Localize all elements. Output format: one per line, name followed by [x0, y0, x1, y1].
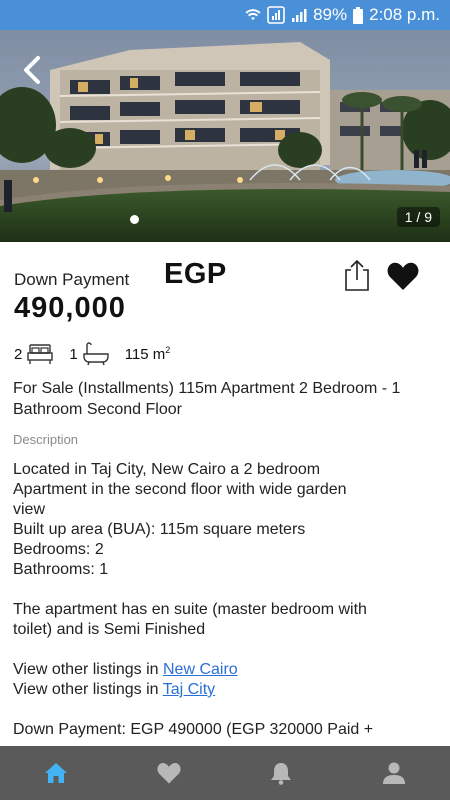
nav-notifications[interactable]: [225, 746, 338, 800]
bed-icon: [27, 343, 54, 365]
listing-title: For Sale (Installments) 115m Apartment 2…: [13, 380, 401, 418]
description-line: Located in Taj City, New Cairo a 2 bedro…: [13, 461, 321, 478]
heart-icon: [157, 763, 181, 784]
new-cairo-link[interactable]: New Cairo: [163, 661, 238, 678]
gallery-counter: 1 / 9: [396, 207, 440, 227]
description-line: Apartment in the second floor with wide …: [13, 481, 347, 498]
back-button[interactable]: [16, 50, 52, 90]
description-text: Located in Taj City, New Cairo a 2 bedro…: [13, 460, 441, 740]
description-line: view: [13, 501, 46, 518]
nav-favorites[interactable]: [113, 746, 226, 800]
home-icon: [45, 763, 68, 783]
description-line: toilet) and is Semi Finished: [13, 621, 206, 638]
description-label: Description: [13, 432, 79, 447]
cell-signal-icon: [291, 7, 307, 23]
share-icon: [345, 259, 369, 291]
price-section: Down Payment EGP 490,000: [14, 258, 436, 336]
nav-home[interactable]: [0, 746, 113, 800]
description-line: Bedrooms: 2: [13, 541, 104, 558]
bell-icon: [271, 763, 292, 785]
chevron-left-icon: [24, 56, 40, 84]
down-payment-label: Down Payment: [14, 270, 130, 289]
bottom-navigation: [0, 746, 450, 800]
battery-level: 89%: [313, 5, 348, 24]
photo-gallery[interactable]: 1 / 9: [0, 30, 450, 242]
data-signal-icon: [267, 6, 285, 24]
description-line: Bathrooms: 1: [13, 561, 109, 578]
status-indicators: 89% 2:08 p.m.: [245, 0, 440, 30]
gallery-page-indicator: [130, 215, 139, 224]
area-listings-line: View other listings in New Cairo: [13, 661, 238, 678]
description-line: Built up area (BUA): 115m square meters: [13, 521, 306, 538]
heart-icon: [387, 262, 419, 290]
person-icon: [382, 762, 405, 784]
price-value: 490,000: [14, 292, 126, 324]
taj-city-link[interactable]: Taj City: [163, 681, 215, 698]
area-value: 115 m2: [124, 345, 171, 363]
description-line: The apartment has en suite (master bedro…: [13, 601, 367, 618]
battery-icon: [353, 6, 364, 24]
compound-listings-line: View other listings in Taj City: [13, 681, 216, 698]
wifi-icon: [245, 7, 261, 23]
status-bar: 89% 2:08 p.m.: [0, 0, 450, 30]
property-features: 2 1 115 m2: [14, 340, 170, 368]
nav-profile[interactable]: [338, 746, 450, 800]
favorite-button[interactable]: [386, 260, 420, 292]
bathtub-icon: [82, 342, 109, 366]
clock: 2:08 p.m.: [369, 5, 440, 24]
description-line: Down Payment: EGP 490000 (EGP 320000 Pai…: [13, 721, 374, 738]
currency-label: EGP: [164, 258, 227, 290]
bedroom-count: 2: [14, 345, 23, 363]
property-photo: [0, 30, 450, 242]
share-button[interactable]: [342, 258, 372, 292]
bathroom-count: 1: [69, 345, 78, 363]
